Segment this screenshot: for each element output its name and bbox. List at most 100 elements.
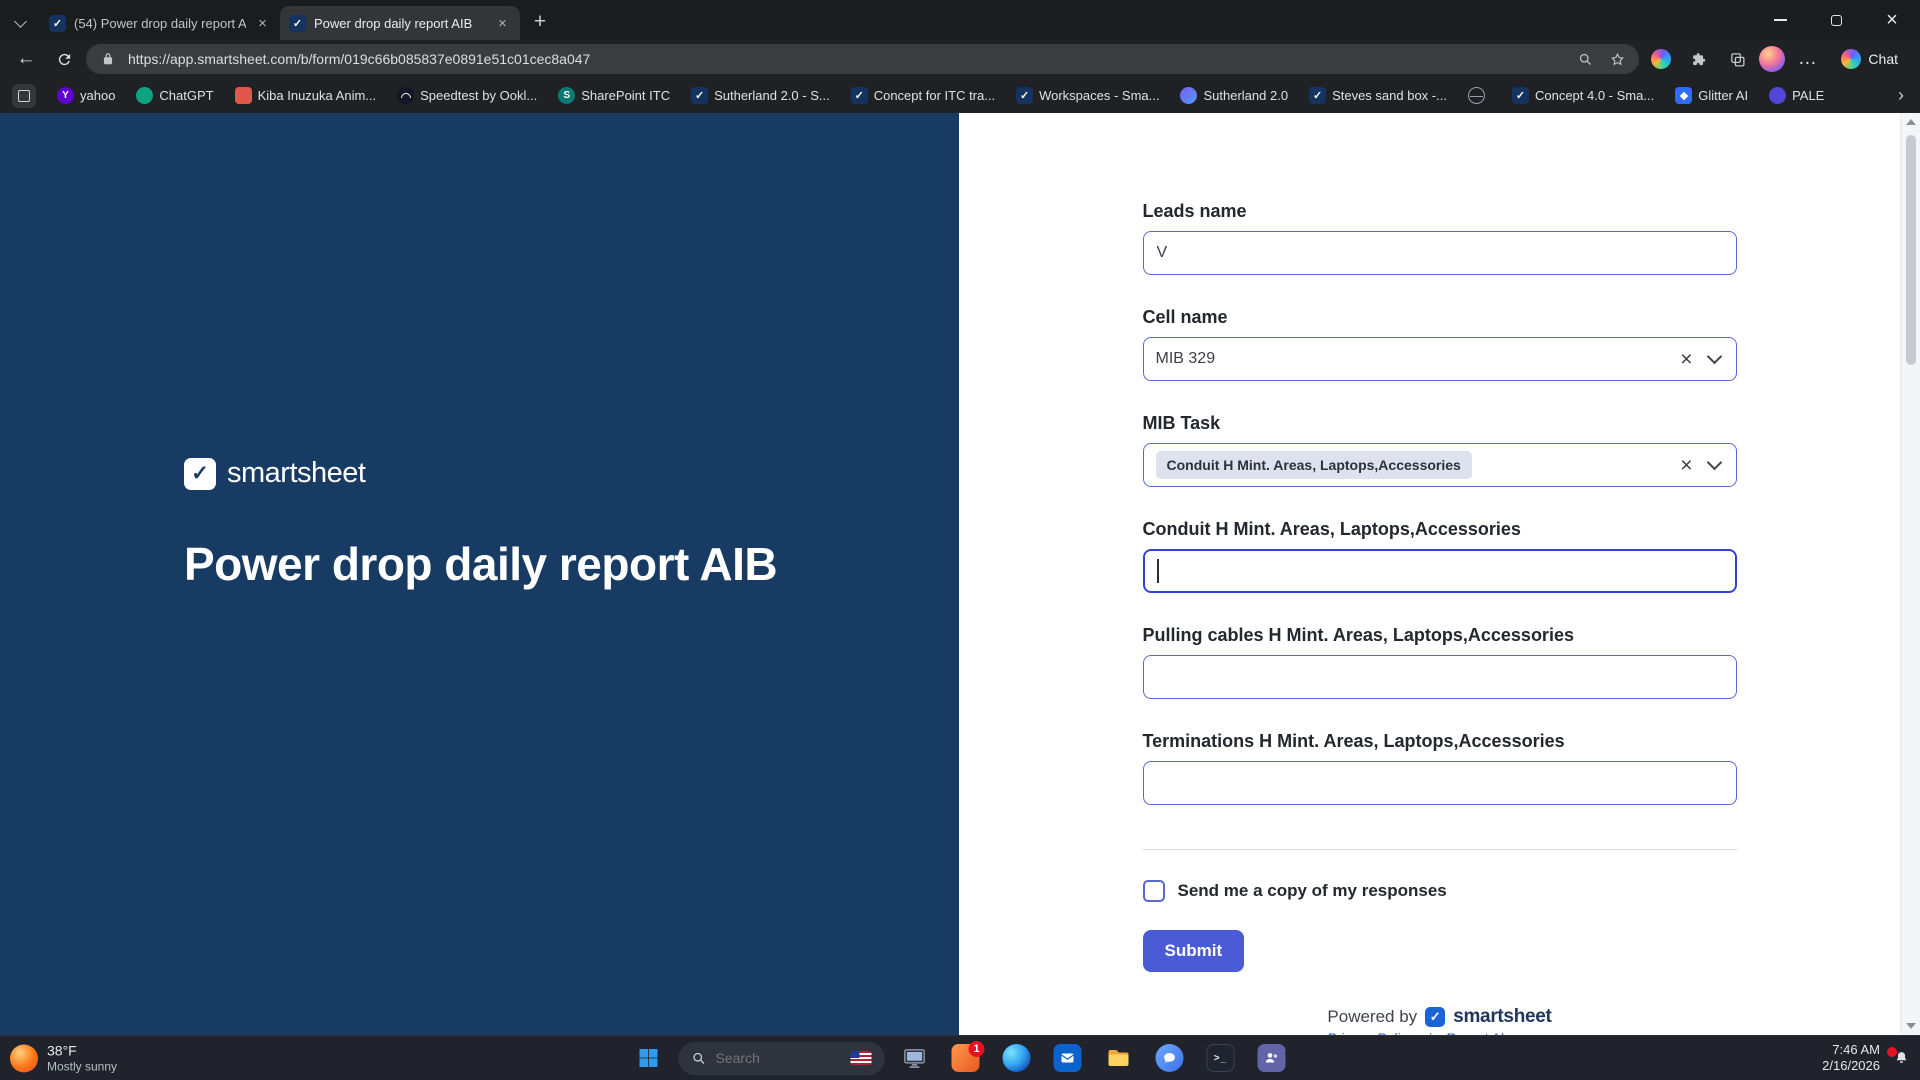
- bookmark-sharepoint[interactable]: SharePoint ITC: [558, 87, 670, 104]
- cell-name-label: Cell name: [1142, 307, 1228, 327]
- smartsheet-icon: [691, 87, 709, 104]
- edge-app[interactable]: [996, 1039, 1038, 1077]
- mib-task-multiselect[interactable]: Conduit H Mint. Areas, Laptops,Accessori…: [1142, 443, 1737, 487]
- bookmark-glitter-ai[interactable]: Glitter AI: [1675, 87, 1748, 104]
- notification-center-button[interactable]: [1887, 1046, 1910, 1067]
- browser-tab-active[interactable]: Power drop daily report AIB ×: [280, 6, 520, 40]
- scrollbar-thumb[interactable]: [1906, 135, 1916, 365]
- clear-icon[interactable]: ×: [1676, 455, 1696, 476]
- copilot-discover-button[interactable]: [1645, 44, 1677, 74]
- clear-icon[interactable]: ×: [1676, 349, 1696, 370]
- bookmark-concept-40[interactable]: Concept 4.0 - Sma...: [1511, 87, 1654, 104]
- zoom-icon[interactable]: [1573, 47, 1597, 71]
- smartsheet-icon: [850, 87, 868, 104]
- browser-viewport: smartsheet Power drop daily report AIB L…: [0, 113, 1920, 1035]
- conduit-input[interactable]: [1142, 549, 1737, 593]
- alerts-app[interactable]: 1: [945, 1039, 987, 1077]
- favorite-star-icon[interactable]: [1605, 47, 1629, 71]
- bookmark-concept-itc[interactable]: Concept for ITC tra...: [850, 87, 995, 104]
- address-bar[interactable]: https://app.smartsheet.com/b/form/019c66…: [86, 44, 1640, 74]
- pale-icon: [1769, 87, 1787, 104]
- bookmark-yahoo[interactable]: yahoo: [57, 87, 115, 104]
- chat-button[interactable]: Chat: [1829, 44, 1910, 74]
- minimize-button[interactable]: [1752, 0, 1808, 40]
- back-button[interactable]: ←: [10, 44, 42, 74]
- maximize-button[interactable]: [1808, 0, 1864, 40]
- new-tab-button[interactable]: +: [524, 6, 556, 38]
- tab-close-icon[interactable]: ×: [254, 15, 271, 32]
- chat-app[interactable]: [1149, 1039, 1191, 1077]
- clock-date: 2/16/2026: [1822, 1058, 1880, 1073]
- bookmarks-bar: yahoo ChatGPT Kiba Inuzuka Anim... Speed…: [0, 78, 1920, 113]
- bookmark-kiba-inuzuka[interactable]: Kiba Inuzuka Anim...: [234, 87, 377, 104]
- start-button[interactable]: [628, 1039, 670, 1077]
- profile-avatar[interactable]: [1759, 46, 1786, 72]
- chevron-down-icon: [13, 14, 27, 28]
- weather-widget[interactable]: 38°F Mostly sunny: [10, 1043, 117, 1074]
- bookmark-label: Workspaces - Sma...: [1039, 88, 1160, 103]
- tab-close-icon[interactable]: ×: [494, 15, 511, 32]
- selected-option-tag: Conduit H Mint. Areas, Laptops,Accessori…: [1155, 451, 1472, 479]
- terminations-input[interactable]: [1142, 761, 1737, 805]
- chevron-down-icon[interactable]: [1706, 348, 1722, 365]
- pulling-cables-input[interactable]: [1142, 655, 1737, 699]
- bookmarks-overflow-chevron[interactable]: ›: [1894, 85, 1908, 106]
- bookmark-chatgpt[interactable]: ChatGPT: [136, 87, 214, 104]
- arrow-up-icon: [1906, 119, 1916, 125]
- search-input[interactable]: [715, 1050, 842, 1066]
- remote-desktop-app[interactable]: [894, 1039, 936, 1077]
- send-copy-checkbox[interactable]: [1142, 880, 1165, 902]
- tab-title: (54) Power drop daily report AIB: [74, 15, 246, 31]
- fandom-icon: [234, 87, 252, 104]
- file-explorer-app[interactable]: [1098, 1039, 1140, 1077]
- tab-search-button[interactable]: [0, 6, 40, 40]
- cell-name-select[interactable]: MIB 329 ×: [1142, 337, 1737, 381]
- leads-name-label: Leads name: [1142, 201, 1247, 221]
- bookmark-sutherland-20-s[interactable]: Sutherland 2.0 - S...: [691, 87, 830, 104]
- sparkle-icon: [1675, 87, 1693, 104]
- bookmark-steves-sandbox[interactable]: Steves sand box -...: [1309, 87, 1447, 104]
- browser-tab-inactive[interactable]: (54) Power drop daily report AIB ×: [40, 6, 280, 40]
- taskbar-clock[interactable]: 7:46 AM 2/16/2026: [1822, 1042, 1880, 1074]
- form-divider: [1142, 849, 1737, 850]
- field-mib-task: MIB Task Conduit H Mint. Areas, Laptops,…: [1142, 413, 1737, 487]
- bookmark-sutherland-20[interactable]: Sutherland 2.0: [1180, 87, 1288, 104]
- conduit-input-wrap: [1142, 549, 1737, 593]
- bookmark-pale[interactable]: PALE: [1769, 87, 1824, 104]
- minimize-icon: [1773, 19, 1787, 21]
- field-leads-name: Leads name: [1142, 201, 1737, 275]
- site-info-lock-icon[interactable]: [96, 47, 120, 71]
- send-copy-label[interactable]: Send me a copy of my responses: [1178, 881, 1447, 901]
- leads-name-input[interactable]: [1142, 231, 1737, 275]
- submit-button[interactable]: Submit: [1142, 930, 1245, 972]
- teams-people-icon: [1257, 1044, 1286, 1072]
- chevron-down-icon[interactable]: [1706, 454, 1722, 471]
- more-menu-button[interactable]: …: [1791, 44, 1823, 74]
- bookmark-label: Kiba Inuzuka Anim...: [257, 88, 377, 103]
- bookmark-workspaces[interactable]: Workspaces - Sma...: [1016, 87, 1159, 104]
- refresh-button[interactable]: [48, 44, 80, 74]
- collections-button[interactable]: [1721, 44, 1753, 74]
- browser-toolbar: ← https://app.smartsheet.com/b/form/019c…: [0, 40, 1920, 78]
- terminal-app[interactable]: >_: [1200, 1039, 1242, 1077]
- edge-icon: [1002, 1044, 1031, 1072]
- bookmark-globe[interactable]: [1467, 87, 1491, 104]
- bookmark-speedtest[interactable]: Speedtest by Ookl...: [397, 87, 537, 104]
- smartsheet-favicon: [289, 14, 306, 32]
- bookmark-label: Sutherland 2.0: [1203, 88, 1289, 103]
- windows-logo-icon: [639, 1049, 658, 1067]
- extensions-puzzle-icon: [1693, 52, 1706, 65]
- close-button[interactable]: ×: [1864, 0, 1920, 40]
- scrollbar-up-arrow[interactable]: [1901, 113, 1920, 131]
- scrollbar-down-arrow[interactable]: [1901, 1017, 1920, 1035]
- outlook-app[interactable]: [1047, 1039, 1089, 1077]
- teams-app[interactable]: [1251, 1039, 1293, 1077]
- maximize-icon: [1830, 14, 1842, 26]
- extensions-button[interactable]: [1683, 44, 1715, 74]
- smartsheet-footer-wordmark: smartsheet: [1453, 1006, 1552, 1027]
- url-text[interactable]: https://app.smartsheet.com/b/form/019c66…: [128, 51, 1565, 67]
- taskbar-search[interactable]: [678, 1041, 885, 1075]
- workspaces-icon[interactable]: [12, 83, 36, 108]
- close-icon: ×: [1886, 9, 1898, 31]
- system-tray: 7:46 AM 2/16/2026: [1822, 1042, 1910, 1074]
